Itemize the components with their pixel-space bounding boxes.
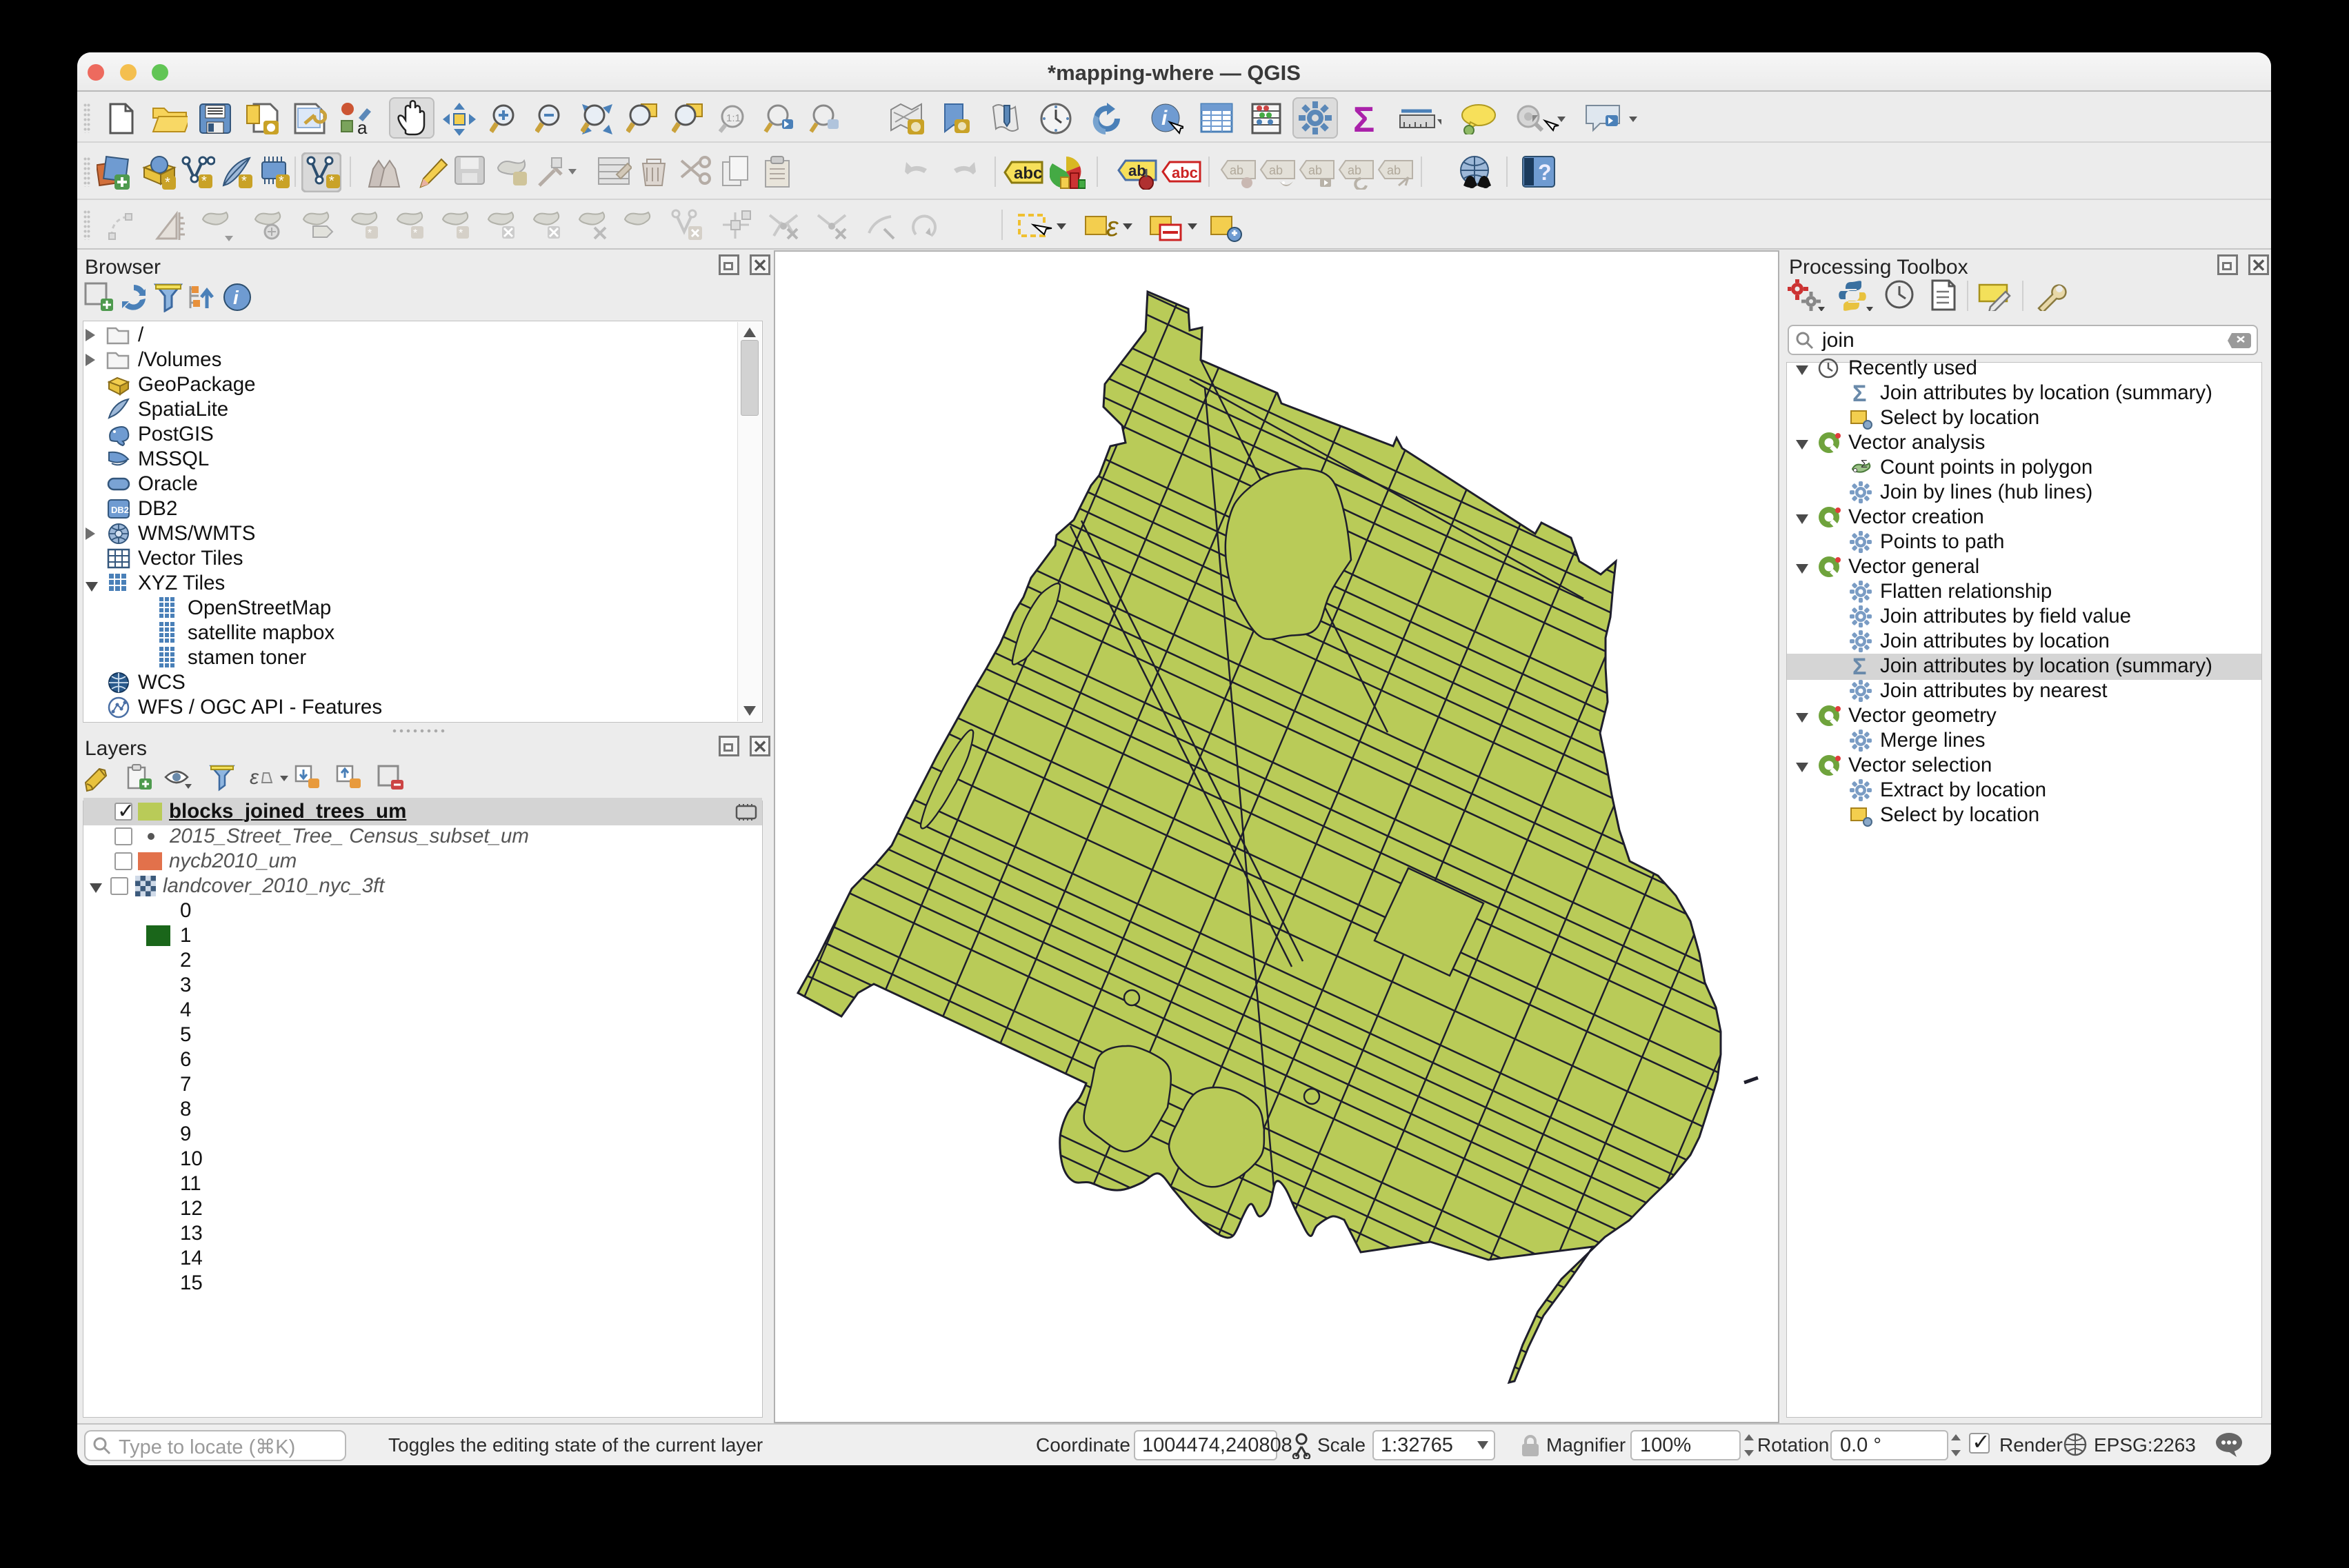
svg-text:ab: ab: [1387, 163, 1401, 177]
svg-text:DB2: DB2: [111, 505, 129, 515]
svg-text:*: *: [165, 175, 170, 190]
svg-text:ε: ε: [1106, 212, 1119, 242]
svg-text:*: *: [329, 174, 334, 189]
svg-text:a: a: [357, 117, 368, 134]
svg-text:*: *: [241, 174, 247, 189]
svg-text:*: *: [279, 174, 284, 189]
svg-text:Σ: Σ: [1852, 654, 1866, 679]
svg-text:i: i: [233, 287, 239, 308]
svg-text:abc: abc: [1014, 164, 1042, 183]
svg-text:ab: ab: [1269, 163, 1283, 177]
svg-text:Σ: Σ: [1353, 101, 1375, 136]
svg-text:*: *: [368, 228, 372, 239]
svg-text:ab: ab: [1348, 163, 1361, 177]
svg-text:abc: abc: [1172, 164, 1198, 181]
svg-text:*: *: [459, 228, 463, 239]
svg-text:*: *: [201, 174, 207, 189]
svg-text:ab: ab: [1308, 163, 1322, 177]
svg-text:?: ?: [1538, 160, 1552, 185]
svg-text:ε: ε: [250, 766, 259, 789]
svg-text:1:1: 1:1: [726, 112, 741, 124]
svg-text:Σ: Σ: [1861, 459, 1868, 470]
svg-text:i: i: [1161, 107, 1168, 130]
svg-text:*: *: [413, 228, 417, 239]
svg-text:ab: ab: [1230, 163, 1243, 177]
svg-text:Σ: Σ: [1852, 381, 1866, 405]
